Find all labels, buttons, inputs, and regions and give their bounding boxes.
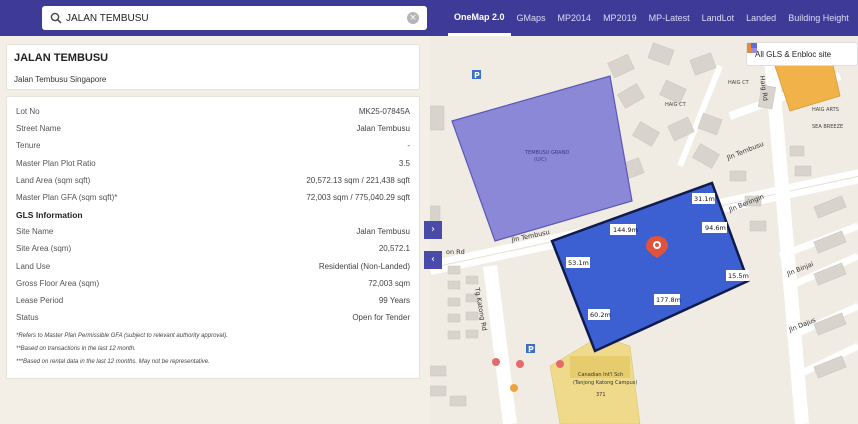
parking-icon: P [472,70,481,80]
label-sea-breeze: SEA BREEZE [812,124,843,130]
dim-31: 31.1m [694,195,715,203]
layer-label: All GLS & Enbloc site [755,49,832,59]
detail-key: Street Name [16,124,61,134]
nav-mp2019[interactable]: MP2019 [597,0,643,36]
gls-row: Status Open for Tender [16,309,410,326]
gls-key: Land Use [16,261,51,271]
dim-15: 15.5m [728,272,749,280]
dim-60: 60.2m [590,311,611,319]
detail-key: Master Plan GFA (sqm sqft)* [16,193,118,203]
dim-53: 53.1m [568,259,589,267]
expand-panel-button[interactable]: › [424,221,442,239]
top-bar: × OneMap 2.0 GMaps MP2014 MP2019 MP-Late… [0,0,858,36]
dim-94: 94.6m [705,224,726,232]
top-nav: OneMap 2.0 GMaps MP2014 MP2019 MP-Latest… [448,0,855,36]
footnote: *Refers to Master Plan Permissible GFA (… [16,333,228,340]
gls-key: Site Name [16,227,54,237]
footnote: ***Based on rental data in the last 12 m… [16,359,210,366]
gls-value: 72,003 sqm [368,278,410,288]
nav-onemap[interactable]: OneMap 2.0 [448,0,511,36]
gls-row: Lease Period 99 Years [16,292,410,309]
label-tembusu-grand: TEMBUSU GRAND [524,150,569,156]
detail-value: - [407,141,410,151]
label-tembusu-grand-sub: (U/C) [534,157,547,163]
gls-row: Site Area (sqm) 20,572.1 [16,240,410,257]
label-haig-arts: HAIG ARTS [812,107,839,113]
label-haig-ct: HAIG CT [665,102,687,108]
street-on-rd: on Rd [446,248,465,256]
gls-value: Jalan Tembusu [356,227,410,237]
search-box[interactable]: × [42,6,427,30]
gls-value: 20,572.1 [378,244,410,254]
label-haig-ct-2: HAIG CT [728,80,750,86]
detail-row: Tenure - [16,137,410,154]
detail-value: Jalan Tembusu [356,124,410,134]
detail-value: 20,572.13 sqm / 221,438 sqft [306,175,410,185]
place-card: JALAN TEMBUSU Jalan Tembusu Singapore [6,44,420,90]
dim-144: 144.9m [613,226,638,234]
label-school-no: 371 [596,392,606,398]
nav-mp2014[interactable]: MP2014 [552,0,598,36]
gls-key: Status [16,313,39,323]
map-canvas[interactable]: 144.9m 31.1m 94.6m 53.1m 15.5m 177.8m 60… [430,36,858,424]
gls-key: Site Area (sqm) [16,244,72,254]
dim-177: 177.8m [656,296,681,304]
detail-value: MK25-07845A [358,107,410,117]
detail-key: Master Plan Plot Ratio [16,158,96,168]
label-school-sub: (Tanjong Katong Campus) [573,380,637,386]
place-address: Jalan Tembusu Singapore [14,75,107,84]
details-card: Lot No MK25-07845A Street Name Jalan Tembu… [6,96,420,379]
label-school: Canadian Int'l Sch [578,372,623,378]
nav-mp-latest[interactable]: MP-Latest [643,0,696,36]
gls-row: Land Use Residential (Non-Landed) [16,258,410,275]
bus-stop-icon [556,360,564,368]
detail-row: Master Plan GFA (sqm sqft)* 72,003 sqm / … [16,189,410,206]
svg-text:P: P [474,71,480,80]
detail-key: Tenure [16,141,41,151]
nav-building-height[interactable]: Building Height [782,0,855,36]
detail-value: 3.5 [398,158,410,168]
detail-row: Master Plan Plot Ratio 3.5 [16,155,410,172]
poi-icon [510,384,518,392]
gls-value: Open for Tender [352,313,410,323]
gls-key: Lease Period [16,295,64,305]
nav-gmaps[interactable]: GMaps [511,0,552,36]
layers-icon [747,43,757,53]
map-view[interactable]: 144.9m 31.1m 94.6m 53.1m 15.5m 177.8m 60… [430,36,858,424]
detail-row: Street Name Jalan Tembusu [16,120,410,137]
parking-icon: P [526,344,535,354]
nav-landlot[interactable]: LandLot [696,0,741,36]
detail-value: 72,003 sqm / 775,040.29 sqft [306,193,410,203]
gls-row: Site Name Jalan Tembusu [16,223,410,240]
gls-value: 99 Years [378,295,410,305]
search-icon [50,12,62,24]
collapse-panel-button[interactable]: ‹ [424,251,442,269]
detail-key: Land Area (sqm sqft) [16,175,91,185]
detail-key: Lot No [16,107,40,117]
layer-toggle-button[interactable]: All GLS & Enbloc site [746,42,858,66]
bus-stop-icon [516,360,524,368]
footnote: **Based on transactions in the last 12 m… [16,346,136,353]
gls-key: Gross Floor Area (sqm) [16,278,100,288]
clear-search-button[interactable]: × [407,12,419,24]
gls-value: Residential (Non-Landed) [318,261,410,271]
bus-stop-icon [492,358,500,366]
detail-row: Lot No MK25-07845A [16,103,410,120]
gls-row: Gross Floor Area (sqm) 72,003 sqm [16,275,410,292]
svg-text:P: P [528,345,534,354]
search-input[interactable] [66,12,386,24]
gls-section-title: GLS Information [16,209,83,220]
place-name: JALAN TEMBUSU [14,52,109,64]
detail-row: Land Area (sqm sqft) 20,572.13 sqm / 221,… [16,172,410,189]
nav-landed[interactable]: Landed [740,0,782,36]
